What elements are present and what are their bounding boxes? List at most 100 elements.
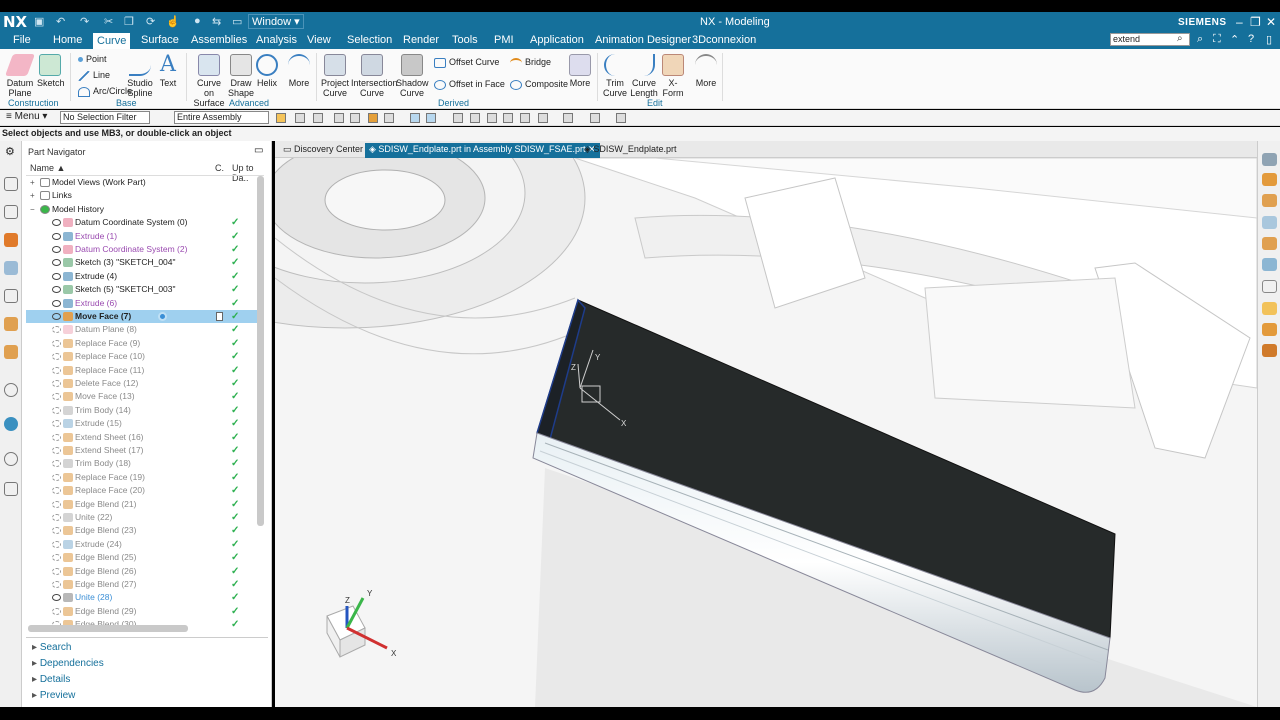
body-select-icon[interactable] xyxy=(368,113,378,123)
visibility-icon[interactable] xyxy=(52,581,61,588)
feature-row[interactable]: Replace Face (11) ✓ xyxy=(26,364,260,377)
window-icon[interactable]: ▭ xyxy=(232,15,242,28)
feature-row[interactable]: Replace Face (19) ✓ xyxy=(26,471,260,484)
visibility-icon[interactable] xyxy=(52,353,61,361)
feature-row[interactable]: Unite (28) ✓ xyxy=(26,591,260,604)
curve-on-surface-button[interactable]: Curve on Surface xyxy=(192,54,226,108)
history-icon[interactable] xyxy=(4,345,18,359)
shaded-icon[interactable] xyxy=(1262,194,1277,207)
line-button[interactable]: Line xyxy=(78,70,110,81)
face-rule-icon[interactable] xyxy=(350,113,360,123)
fullscreen-icon[interactable]: ⛶ xyxy=(1213,33,1221,46)
fit-icon[interactable] xyxy=(470,113,480,123)
feature-row[interactable]: Move Face (7) ✓ xyxy=(26,310,260,323)
tab-curve[interactable]: Curve xyxy=(93,33,131,49)
visibility-icon[interactable] xyxy=(52,380,61,387)
tab-render[interactable]: Render xyxy=(403,34,439,46)
feature-row[interactable]: Edge Blend (26) ✓ xyxy=(26,565,260,578)
visibility-icon[interactable] xyxy=(52,567,61,575)
selection-filter-dropdown[interactable]: No Selection Filter xyxy=(60,111,150,124)
feature-row[interactable]: Edge Blend (29) ✓ xyxy=(26,605,260,618)
vertical-scrollbar[interactable] xyxy=(257,176,264,526)
zoom-icon[interactable] xyxy=(487,113,497,123)
feature-row[interactable]: Edge Blend (25) ✓ xyxy=(26,551,260,564)
visibility-icon[interactable] xyxy=(52,420,61,428)
collapse-ribbon-icon[interactable]: ⌃ xyxy=(1230,33,1239,46)
feature-row[interactable]: Extrude (24) ✓ xyxy=(26,538,260,551)
expand-toggle-icon[interactable]: + xyxy=(30,176,35,189)
feature-row[interactable]: Sketch (5) "SKETCH_003" ✓ xyxy=(26,283,260,296)
feature-row[interactable]: Edge Blend (21) ✓ xyxy=(26,498,260,511)
visibility-icon[interactable] xyxy=(52,594,61,602)
expand-toggle-icon[interactable]: − xyxy=(30,203,35,216)
feature-row[interactable]: Datum Coordinate System (2) ✓ xyxy=(26,243,260,256)
microphone-icon[interactable]: ● xyxy=(194,15,201,27)
feature-row[interactable]: Trim Body (18) ✓ xyxy=(26,457,260,470)
tree-top-item[interactable]: + Model Views (Work Part) xyxy=(26,176,260,189)
bridge-button[interactable]: Bridge xyxy=(510,57,551,68)
visibility-icon[interactable] xyxy=(52,339,61,347)
preselect-icon[interactable] xyxy=(426,113,436,123)
minimize-button[interactable]: – xyxy=(1236,15,1243,29)
project-curve-button[interactable]: Project Curve xyxy=(320,54,350,98)
constraint-navigator-icon[interactable] xyxy=(4,205,18,219)
face-analysis-icon[interactable] xyxy=(1262,258,1277,271)
curve-length-button[interactable]: Curve Length xyxy=(629,54,659,98)
tab-file[interactable]: File xyxy=(13,34,31,46)
type-filter-icon[interactable] xyxy=(313,113,323,123)
tab-3dconnexion[interactable]: 3Dconnexion xyxy=(692,34,756,46)
visibility-icon[interactable] xyxy=(52,286,61,294)
derived-more-button[interactable]: More xyxy=(568,54,592,88)
tab-pmi[interactable]: PMI xyxy=(494,34,514,46)
tab-selection[interactable]: Selection xyxy=(347,34,392,46)
feature-row[interactable]: Move Face (13) ✓ xyxy=(26,390,260,403)
visibility-icon[interactable] xyxy=(52,460,61,468)
highlight-icon[interactable] xyxy=(410,113,420,123)
visibility-icon[interactable] xyxy=(52,246,61,253)
visibility-icon[interactable] xyxy=(52,313,61,320)
tab-endplate-in-assembly[interactable]: ◈ SDISW_Endplate.prt in Assembly SDISW_F… xyxy=(365,143,600,158)
column-header-c[interactable]: C. xyxy=(215,163,224,173)
offset-in-face-button[interactable]: Offset in Face xyxy=(434,79,505,90)
tab-assemblies[interactable]: Assemblies xyxy=(191,34,247,46)
hd3d-tools-icon[interactable] xyxy=(4,289,18,303)
render-icon[interactable] xyxy=(1262,344,1277,357)
tab-tools[interactable]: Tools xyxy=(452,34,478,46)
model-view[interactable]: Y Z X Z Y X xyxy=(275,158,1257,707)
wireframe-icon[interactable] xyxy=(520,113,530,123)
studio-icon[interactable] xyxy=(1262,237,1277,250)
advanced-more-button[interactable]: More xyxy=(286,54,312,88)
process-studio-icon[interactable] xyxy=(4,417,18,431)
snap-icon[interactable] xyxy=(334,113,344,123)
visibility-icon[interactable] xyxy=(52,259,61,267)
cut-icon[interactable]: ✂ xyxy=(104,15,113,28)
system-materials-icon[interactable] xyxy=(4,383,18,397)
layer-icon[interactable] xyxy=(616,113,626,123)
tab-surface[interactable]: Surface xyxy=(141,34,179,46)
assembly-navigator-icon[interactable] xyxy=(4,177,18,191)
help-icon[interactable]: ? xyxy=(1248,33,1254,45)
tab-animation-designer[interactable]: Animation Designer xyxy=(595,34,691,46)
material-icon[interactable] xyxy=(1262,323,1277,336)
feature-row[interactable]: Sketch (3) "SKETCH_004" ✓ xyxy=(26,256,260,269)
visibility-icon[interactable] xyxy=(52,540,61,548)
touch-mode-icon[interactable]: ☝ xyxy=(166,15,180,28)
shaded-with-edges-icon[interactable] xyxy=(1262,173,1277,186)
tab-home[interactable]: Home xyxy=(53,34,82,46)
visibility-icon[interactable] xyxy=(52,554,61,562)
feature-row[interactable]: Datum Coordinate System (0) ✓ xyxy=(26,216,260,229)
intersection-curve-button[interactable]: Intersection Curve xyxy=(351,54,398,98)
visibility-icon[interactable] xyxy=(52,272,61,280)
tab-application[interactable]: Application xyxy=(530,34,584,46)
feature-row[interactable]: Extrude (1) ✓ xyxy=(26,230,260,243)
studio-spline-button[interactable]: Studio Spline xyxy=(126,54,154,98)
arc-circle-button[interactable]: Arc/Circle xyxy=(78,86,132,97)
tab-endplate[interactable]: ◈ SDISW_Endplate.prt xyxy=(580,143,680,158)
composite-button[interactable]: Composite xyxy=(510,79,568,90)
ribbon-options-icon[interactable]: ▯ xyxy=(1266,33,1272,46)
edit-more-button[interactable]: More xyxy=(694,54,718,88)
sketch-button[interactable]: Sketch xyxy=(37,54,65,88)
point-button[interactable]: Point xyxy=(78,54,107,64)
feature-row[interactable]: Datum Plane (8) ✓ xyxy=(26,323,260,336)
visibility-icon[interactable] xyxy=(52,473,61,481)
